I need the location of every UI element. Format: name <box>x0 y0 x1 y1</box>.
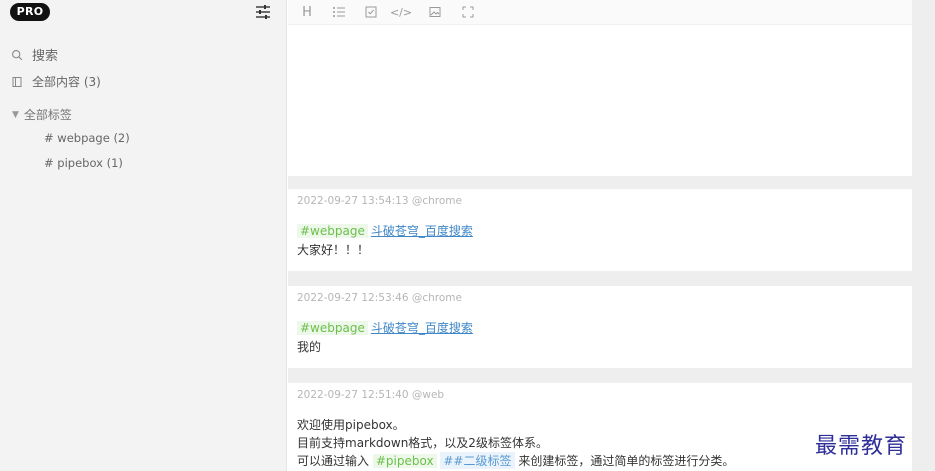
chevron-down-icon: ▼ <box>12 109 19 120</box>
editor-textarea[interactable] <box>288 25 912 176</box>
image-button[interactable] <box>426 3 444 21</box>
sidebar-tag-webpage[interactable]: # webpage (2) <box>44 131 130 145</box>
list-button[interactable] <box>330 3 348 21</box>
filter-settings-button[interactable] <box>252 2 274 22</box>
sliders-icon <box>256 5 270 19</box>
search-icon <box>10 48 24 62</box>
editor: H </> <box>288 0 912 176</box>
sidebar-item-all[interactable]: 全部内容 (3) <box>10 73 101 90</box>
sidebar-tag-pipebox[interactable]: # pipebox (1) <box>44 156 123 170</box>
sidebar: PRO 搜索 全部内容 (3) ▼ 全部标签 # webpage (2) # p… <box>0 0 287 471</box>
note-card: 2022-09-27 13:54:13 @chrome #webpage 斗破苍穹… <box>288 189 912 271</box>
note-text-line1: 欢迎使用pipebox。 <box>297 418 405 432</box>
heading-button[interactable]: H <box>298 3 316 21</box>
note-link[interactable]: 斗破苍穹_百度搜索 <box>371 321 473 335</box>
sidebar-search[interactable]: 搜索 <box>10 45 58 64</box>
code-button[interactable]: </> <box>390 3 412 21</box>
watermark: 最需教育 <box>815 434 908 459</box>
checkbox-button[interactable] <box>362 3 380 21</box>
list-icon <box>333 7 345 17</box>
note-text: 我的 <box>297 340 322 354</box>
fullscreen-button[interactable] <box>459 3 477 21</box>
tag-pipebox[interactable]: #pipebox <box>372 454 437 468</box>
main-panel: H </> 2022-09-27 13:54:13 @chrome #webpa… <box>288 0 935 471</box>
note-text-line2: 目前支持markdown格式，以及2级标签体系。 <box>297 436 548 450</box>
line3-suffix: 来创建标签，通过简单的标签进行分类。 <box>518 454 735 468</box>
book-icon <box>10 75 24 89</box>
note-link[interactable]: 斗破苍穹_百度搜索 <box>371 224 473 238</box>
fullscreen-icon <box>462 6 474 18</box>
note-meta: 2022-09-27 13:54:13 @chrome <box>297 195 462 207</box>
tag-webpage[interactable]: #webpage <box>297 321 368 335</box>
note-meta: 2022-09-27 12:53:46 @chrome <box>297 292 462 304</box>
line3-prefix: 可以通过输入 <box>297 454 370 468</box>
tags-group-label: 全部标签 <box>23 108 72 122</box>
tag-webpage[interactable]: #webpage <box>297 224 368 238</box>
checkbox-icon <box>365 6 377 18</box>
note-tags-line: #webpage 斗破苍穹_百度搜索 <box>297 222 473 239</box>
image-icon <box>429 7 441 17</box>
note-text-line3: 可以通过输入 #pipebox ##二级标签 来创建标签，通过简单的标签进行分类… <box>297 452 734 469</box>
sidebar-item-all-label: 全部内容 (3) <box>32 75 101 89</box>
sidebar-tags-group[interactable]: ▼ 全部标签 <box>12 106 72 123</box>
editor-toolbar: H </> <box>288 0 912 25</box>
search-label: 搜索 <box>32 49 59 64</box>
note-tags-line: #webpage 斗破苍穹_百度搜索 <box>297 319 473 336</box>
tag-second-level[interactable]: ##二级标签 <box>440 452 515 469</box>
pro-badge: PRO <box>10 3 50 21</box>
note-meta: 2022-09-27 12:51:40 @web <box>297 389 445 401</box>
note-card: 2022-09-27 12:53:46 @chrome #webpage 斗破苍穹… <box>288 286 912 368</box>
note-text: 大家好！！！ <box>297 243 370 257</box>
